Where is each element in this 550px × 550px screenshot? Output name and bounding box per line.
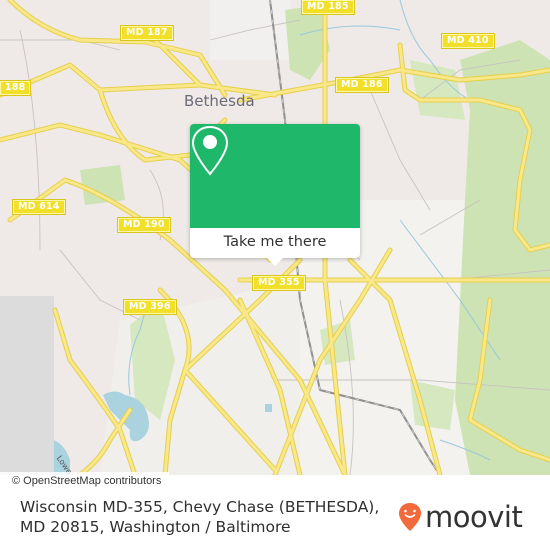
- road-shield-md-188: 188: [0, 80, 32, 96]
- map-card: MD 185 MD 187 MD 410 MD 186 188 MD 614 M…: [0, 0, 550, 550]
- road-shield-md-355: MD 355: [252, 275, 306, 291]
- osm-attribution[interactable]: © OpenStreetMap contributors: [0, 472, 170, 492]
- footer: Wisconsin MD-355, Chevy Chase (BETHESDA)…: [0, 490, 550, 550]
- moovit-pin-icon: [399, 503, 421, 531]
- pond: [265, 404, 272, 412]
- road-shield-md-186: MD 186: [335, 77, 389, 93]
- road-shield-md-187: MD 187: [120, 25, 174, 41]
- moovit-logo-text: moovit: [425, 500, 523, 534]
- moovit-logo[interactable]: moovit: [398, 500, 523, 534]
- popup-header: [190, 124, 360, 228]
- urban-area: [210, 0, 295, 60]
- unloaded-tile: [0, 296, 54, 475]
- map-view[interactable]: MD 185 MD 187 MD 410 MD 186 188 MD 614 M…: [0, 0, 550, 475]
- park: [410, 60, 465, 120]
- road-shield-md-410: MD 410: [441, 33, 495, 49]
- city-label-bethesda: Bethesda: [184, 92, 255, 110]
- road-shield-md-396: MD 396: [123, 299, 177, 315]
- take-me-there-button[interactable]: Take me there: [190, 228, 360, 258]
- road-shield-md-190: MD 190: [117, 217, 171, 233]
- popup-tail: [267, 258, 283, 266]
- map-pin-icon: [191, 125, 229, 176]
- location-popup: Take me there: [190, 124, 360, 266]
- road-shield-md-185: MD 185: [301, 0, 355, 15]
- address-text: Wisconsin MD-355, Chevy Chase (BETHESDA)…: [20, 498, 380, 536]
- road-shield-md-614: MD 614: [12, 199, 66, 215]
